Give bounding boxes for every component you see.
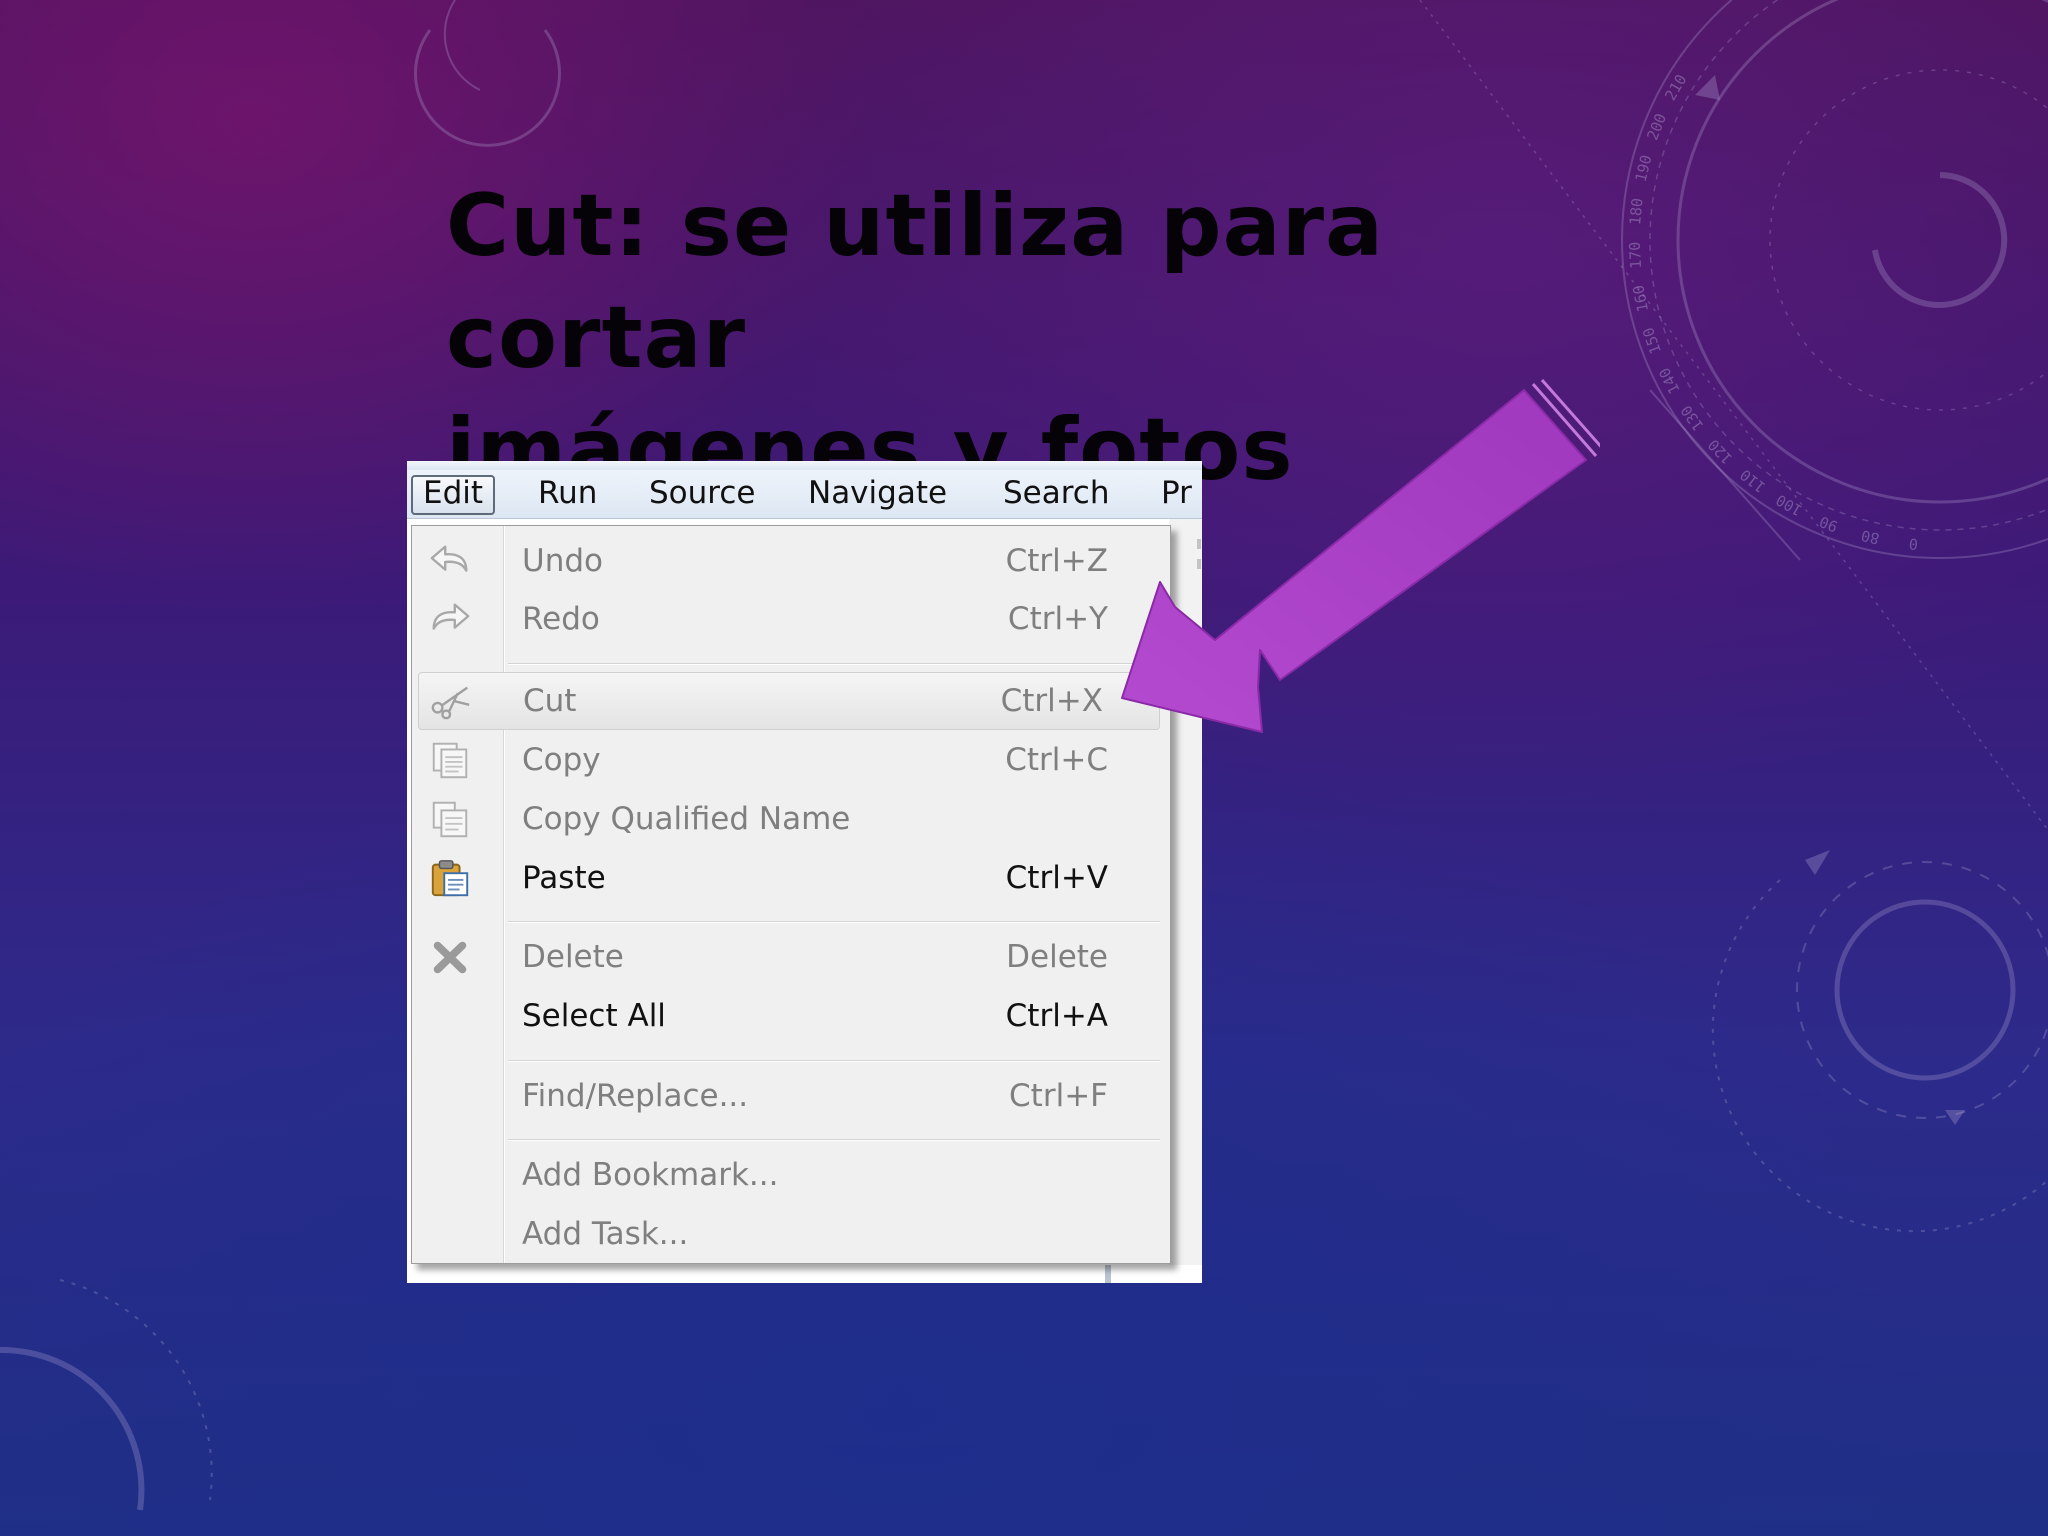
menu-item-label: Add Bookmark... — [522, 1157, 779, 1193]
menu-item-label: Undo — [522, 543, 603, 579]
menu-item-find-replace[interactable]: Find/Replace... Ctrl+F — [412, 1067, 1170, 1125]
dial-tick-label: 190 — [1632, 153, 1656, 184]
menu-bar: Edit Run Source Navigate Search Pr — [407, 470, 1202, 519]
menu-item-shortcut: Ctrl+Y — [1007, 601, 1108, 637]
paste-icon — [428, 857, 472, 899]
menu-run[interactable]: Run — [528, 475, 607, 511]
menu-edit[interactable]: Edit — [411, 475, 496, 515]
dial-tick-label: 170 — [1626, 241, 1645, 269]
menu-item-label: Find/Replace... — [522, 1078, 749, 1114]
menu-item-copy-qualified-name[interactable]: Copy Qualified Name — [412, 790, 1170, 848]
menu-item-add-task[interactable]: Add Task... — [412, 1205, 1170, 1263]
menu-item-label: Copy — [522, 742, 601, 778]
menu-item-paste[interactable]: Paste Ctrl+V — [412, 849, 1170, 907]
menu-item-shortcut: Ctrl+X — [1000, 683, 1103, 719]
delete-icon — [428, 936, 472, 978]
dial-tick-label: 80 — [1859, 526, 1881, 548]
menu-item-label: Paste — [522, 860, 606, 896]
dial-tick-label: 90 — [1817, 512, 1840, 535]
undo-icon — [428, 540, 472, 582]
edit-menu-screenshot: Edit Run Source Navigate Search Pr Undo … — [407, 461, 1202, 1283]
menu-item-undo[interactable]: Undo Ctrl+Z — [412, 532, 1170, 590]
menu-item-shortcut: Ctrl+Z — [1005, 543, 1108, 579]
menu-item-copy[interactable]: Copy Ctrl+C — [412, 731, 1170, 789]
menu-item-select-all[interactable]: Select All Ctrl+A — [412, 987, 1170, 1045]
menu-navigate[interactable]: Navigate — [798, 475, 957, 511]
menu-item-shortcut: Ctrl+F — [1009, 1078, 1108, 1114]
menu-item-label: Copy Qualified Name — [522, 801, 851, 837]
menu-item-shortcut: Ctrl+C — [1005, 742, 1108, 778]
menu-item-label: Redo — [522, 601, 600, 637]
menu-item-cut[interactable]: Cut Ctrl+X — [418, 672, 1160, 730]
menu-item-label: Select All — [522, 998, 666, 1034]
redo-icon — [428, 598, 472, 640]
window-top-edge — [407, 461, 1202, 470]
menu-item-shortcut: Ctrl+V — [1005, 860, 1108, 896]
pointer-arrow-icon — [1121, 379, 1600, 733]
menu-separator — [508, 663, 1160, 664]
dial-tick-label: 180 — [1626, 197, 1646, 226]
edit-dropdown-menu: Undo Ctrl+Z Redo Ctrl+Y Cut Ctrl+X Copy — [411, 525, 1171, 1264]
dial-tick-label: 160 — [1629, 284, 1652, 314]
menu-item-label: Delete — [522, 939, 624, 975]
dial-tick-label: 120 — [1704, 436, 1736, 468]
copy-qualified-name-icon — [428, 798, 472, 840]
menu-item-delete[interactable]: Delete Delete — [412, 928, 1170, 986]
menu-source[interactable]: Source — [639, 475, 765, 511]
menu-item-label: Cut — [523, 683, 577, 719]
dial-tick-label: 0 — [1908, 535, 1919, 554]
menu-item-shortcut: Delete — [1006, 939, 1108, 975]
dial-tick-label: 140 — [1655, 365, 1683, 397]
slide-title-line-1: Cut: se utiliza para cortar — [446, 176, 1385, 388]
dial-tick-label: 110 — [1737, 465, 1769, 496]
menu-separator — [508, 1060, 1160, 1061]
menu-item-redo[interactable]: Redo Ctrl+Y — [412, 590, 1170, 648]
menu-separator — [508, 1139, 1160, 1140]
menu-item-label: Add Task... — [522, 1216, 689, 1252]
menu-item-add-bookmark[interactable]: Add Bookmark... — [412, 1146, 1170, 1204]
menu-search[interactable]: Search — [993, 475, 1120, 511]
scrollbar-mark — [1105, 1265, 1111, 1283]
scissors-icon — [429, 680, 473, 722]
copy-icon — [428, 739, 472, 781]
menu-item-shortcut: Ctrl+A — [1005, 998, 1108, 1034]
menu-separator — [508, 921, 1160, 922]
window-bottom-edge — [407, 1265, 1202, 1283]
